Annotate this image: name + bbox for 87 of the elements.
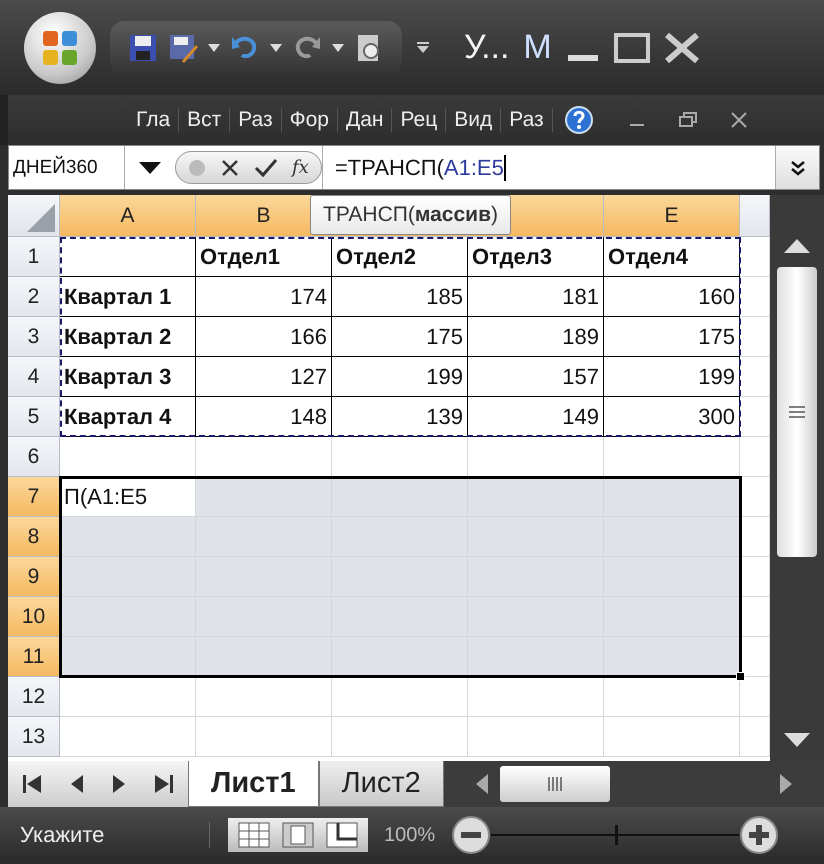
app-title: M — [523, 28, 552, 67]
scroll-right-icon[interactable] — [778, 772, 794, 796]
table-cell[interactable]: 300 — [604, 397, 740, 437]
row-header[interactable]: 12 — [8, 677, 60, 717]
row-header[interactable]: 6 — [8, 437, 60, 477]
ribbon-tab[interactable]: Раз — [230, 108, 282, 132]
row-header[interactable]: 10 — [8, 597, 60, 637]
window-title: У... — [464, 28, 510, 67]
close-icon[interactable] — [664, 32, 700, 62]
row-header[interactable]: 9 — [8, 557, 60, 597]
zoom-level[interactable]: 100% — [384, 824, 436, 846]
customize-caret-icon[interactable] — [416, 42, 430, 54]
column-header[interactable]: A — [60, 195, 196, 237]
caret-icon[interactable] — [270, 44, 282, 52]
table-cell[interactable]: Отдел2 — [332, 237, 468, 277]
table-cell[interactable]: Квартал 2 — [60, 317, 196, 357]
page-break-icon[interactable] — [326, 822, 358, 848]
table-cell[interactable]: Отдел1 — [196, 237, 332, 277]
ribbon-tab[interactable]: Раз — [501, 108, 553, 132]
row-header[interactable]: 2 — [8, 277, 60, 317]
status-mode: Укажите — [0, 822, 210, 848]
sheet-tab[interactable]: Лист1 — [188, 761, 319, 807]
table-cell[interactable]: Отдел3 — [468, 237, 604, 277]
table-cell[interactable]: 175 — [332, 317, 468, 357]
row-header[interactable]: 1 — [8, 237, 60, 277]
table-cell[interactable]: 189 — [468, 317, 604, 357]
caret-icon[interactable] — [332, 44, 344, 52]
name-box[interactable]: ДНЕЙ360 — [9, 146, 125, 189]
table-cell[interactable] — [60, 237, 196, 277]
table-cell[interactable]: 185 — [332, 277, 468, 317]
table-cell[interactable]: 148 — [196, 397, 332, 437]
row-header[interactable]: 13 — [8, 717, 60, 757]
maximize-icon[interactable] — [614, 32, 650, 62]
table-cell[interactable]: 181 — [468, 277, 604, 317]
table-cell[interactable]: 139 — [332, 397, 468, 437]
restore-icon[interactable] — [678, 112, 697, 128]
grip-icon — [188, 158, 206, 176]
ribbon-tab[interactable]: Вид — [446, 108, 502, 132]
insert-function-button[interactable]: fx — [292, 157, 309, 178]
help-icon[interactable] — [564, 106, 593, 134]
row-header[interactable]: 4 — [8, 357, 60, 397]
fill-handle[interactable] — [736, 672, 745, 681]
table-cell[interactable]: 160 — [604, 277, 740, 317]
close-icon[interactable] — [730, 112, 747, 128]
horizontal-scroll-thumb[interactable] — [500, 766, 610, 802]
row-header[interactable]: 7 — [8, 477, 60, 517]
table-cell[interactable]: Квартал 3 — [60, 357, 196, 397]
table-cell[interactable]: 127 — [196, 357, 332, 397]
next-sheet-icon[interactable] — [111, 773, 127, 795]
caret-icon[interactable] — [208, 44, 220, 52]
scroll-left-icon[interactable] — [474, 772, 490, 796]
previous-sheet-icon[interactable] — [69, 773, 85, 795]
zoom-out-icon[interactable] — [451, 815, 492, 855]
table-cell[interactable]: Квартал 1 — [60, 277, 196, 317]
page-layout-icon[interactable] — [282, 822, 314, 848]
row-header[interactable]: 8 — [8, 517, 60, 557]
table-cell[interactable]: 166 — [196, 317, 332, 357]
function-tooltip: ТРАНСП(массив) — [310, 195, 511, 235]
save-icon[interactable] — [128, 32, 158, 62]
table-cell[interactable]: 174 — [196, 277, 332, 317]
column-header[interactable]: E — [604, 195, 740, 237]
triangle-icon — [27, 204, 55, 232]
row-header[interactable]: 3 — [8, 317, 60, 357]
chevron-icon — [790, 160, 806, 176]
save-as-icon[interactable] — [168, 32, 198, 62]
row-header[interactable]: 5 — [8, 397, 60, 437]
table-cell[interactable]: П(A1:E5 — [60, 477, 196, 517]
last-sheet-icon[interactable] — [153, 773, 175, 795]
vertical-scroll-thumb[interactable] — [777, 267, 817, 557]
expand-button[interactable] — [775, 146, 819, 189]
first-sheet-icon[interactable] — [21, 773, 43, 795]
table-cell[interactable]: 157 — [468, 357, 604, 397]
ribbon-tab[interactable]: Рец — [392, 108, 446, 132]
table-cell[interactable]: 175 — [604, 317, 740, 357]
ribbon-tab[interactable]: Вст — [179, 108, 230, 132]
ribbon-tab[interactable]: Дан — [338, 108, 392, 132]
zoom-in-icon[interactable] — [739, 815, 780, 855]
dropdown-icon[interactable] — [139, 162, 161, 174]
enter-check-icon[interactable] — [254, 158, 278, 178]
row-header[interactable]: 11 — [8, 637, 60, 677]
ribbon-tab[interactable]: Фор — [282, 108, 338, 132]
sheet-tab[interactable]: Лист2 — [318, 761, 444, 807]
normal-view-icon[interactable] — [238, 822, 270, 848]
ribbon-tab[interactable]: Гла — [128, 108, 180, 132]
cancel-icon[interactable] — [220, 158, 240, 178]
table-cell[interactable]: 199 — [604, 357, 740, 397]
table-cell[interactable]: 199 — [332, 357, 468, 397]
